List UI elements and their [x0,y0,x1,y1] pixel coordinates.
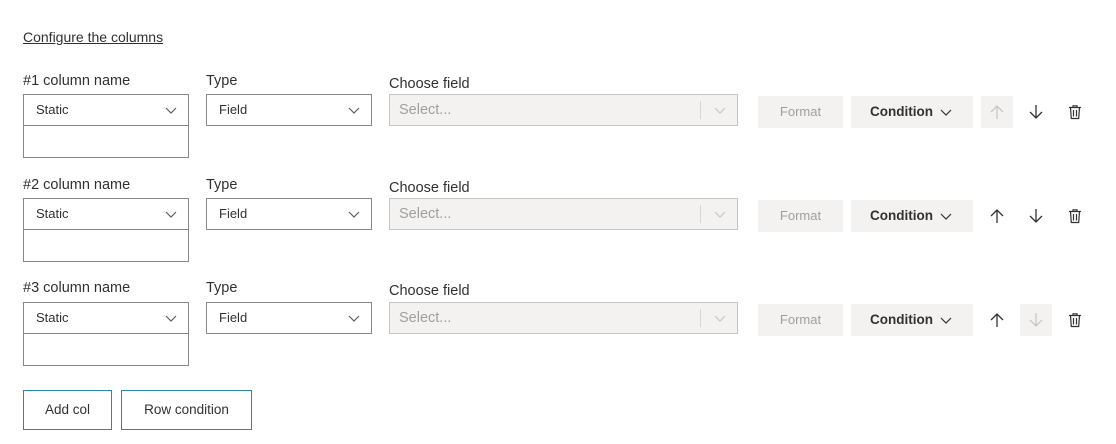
choose-field-placeholder: Select... [399,206,452,222]
chevron-down-icon [940,213,952,220]
type-value: Field [219,206,248,221]
delete-column-button[interactable] [1059,96,1091,128]
type-dropdown[interactable]: Field [206,94,372,126]
column-name-label: #2 column name [23,177,131,193]
choose-field-label: Choose field [389,180,470,196]
chevron-down-icon [940,317,952,324]
type-value: Field [219,310,248,325]
trash-icon [1069,313,1081,328]
column-name-mode-dropdown[interactable]: Static [23,94,189,126]
column-name-label: #1 column name [23,73,131,89]
move-down-button[interactable] [1020,200,1052,232]
delete-column-button[interactable] [1059,200,1091,232]
format-button[interactable]: Format [758,96,843,128]
condition-button[interactable]: Condition [851,96,973,128]
column-name-mode-dropdown[interactable]: Static [23,302,189,334]
dropdown-separator [700,205,701,223]
move-down-button[interactable] [1020,96,1052,128]
column-name-label: #3 column name [23,280,131,296]
chevron-down-icon [714,315,726,322]
choose-field-placeholder: Select... [399,310,452,326]
arrow-down-icon [1029,209,1043,223]
arrow-down-icon [1029,313,1043,327]
type-dropdown[interactable]: Field [206,302,372,334]
dropdown-separator [700,101,701,119]
choose-field-dropdown[interactable]: Select... [389,94,738,126]
column-name-mode-value: Static [36,102,69,117]
chevron-down-icon [348,211,360,218]
move-down-button[interactable] [1020,304,1052,336]
choose-field-dropdown[interactable]: Select... [389,302,738,334]
condition-button-label: Condition [870,312,933,327]
move-up-button[interactable] [981,304,1013,336]
choose-field-dropdown[interactable]: Select... [389,198,738,230]
column-row-2: #2 column name Static Type Field Choose … [0,177,1116,273]
choose-field-placeholder: Select... [399,102,452,118]
delete-column-button[interactable] [1059,304,1091,336]
configure-columns-link[interactable]: Configure the columns [23,29,163,45]
type-label: Type [206,73,238,89]
arrow-down-icon [1029,105,1043,119]
column-name-input[interactable] [23,229,189,262]
type-value: Field [219,102,248,117]
format-button[interactable]: Format [758,304,843,336]
type-label: Type [206,177,238,193]
move-up-button[interactable] [981,200,1013,232]
column-name-mode-value: Static [36,206,69,221]
move-up-button[interactable] [981,96,1013,128]
trash-icon [1069,209,1081,224]
arrow-up-icon [990,105,1004,119]
condition-button[interactable]: Condition [851,304,973,336]
condition-button-label: Condition [870,208,933,223]
chevron-down-icon [714,211,726,218]
row-condition-button[interactable]: Row condition [121,390,252,430]
chevron-down-icon [165,211,177,218]
chevron-down-icon [165,107,177,114]
column-row-3: #3 column name Static Type Field Choose … [0,280,1116,376]
choose-field-label: Choose field [389,283,470,299]
column-name-input[interactable] [23,333,189,366]
chevron-down-icon [165,315,177,322]
dropdown-separator [700,309,701,327]
chevron-down-icon [714,107,726,114]
column-name-mode-value: Static [36,310,69,325]
arrow-up-icon [990,209,1004,223]
chevron-down-icon [348,107,360,114]
condition-button[interactable]: Condition [851,200,973,232]
column-name-mode-dropdown[interactable]: Static [23,198,189,230]
chevron-down-icon [348,315,360,322]
arrow-up-icon [990,313,1004,327]
type-label: Type [206,280,238,296]
column-name-input[interactable] [23,125,189,158]
add-col-button[interactable]: Add col [23,390,112,430]
format-button[interactable]: Format [758,200,843,232]
column-row-1: #1 column name Static Type Field Choose … [0,73,1116,169]
condition-button-label: Condition [870,104,933,119]
choose-field-label: Choose field [389,76,470,92]
chevron-down-icon [940,109,952,116]
trash-icon [1069,105,1081,120]
type-dropdown[interactable]: Field [206,198,372,230]
